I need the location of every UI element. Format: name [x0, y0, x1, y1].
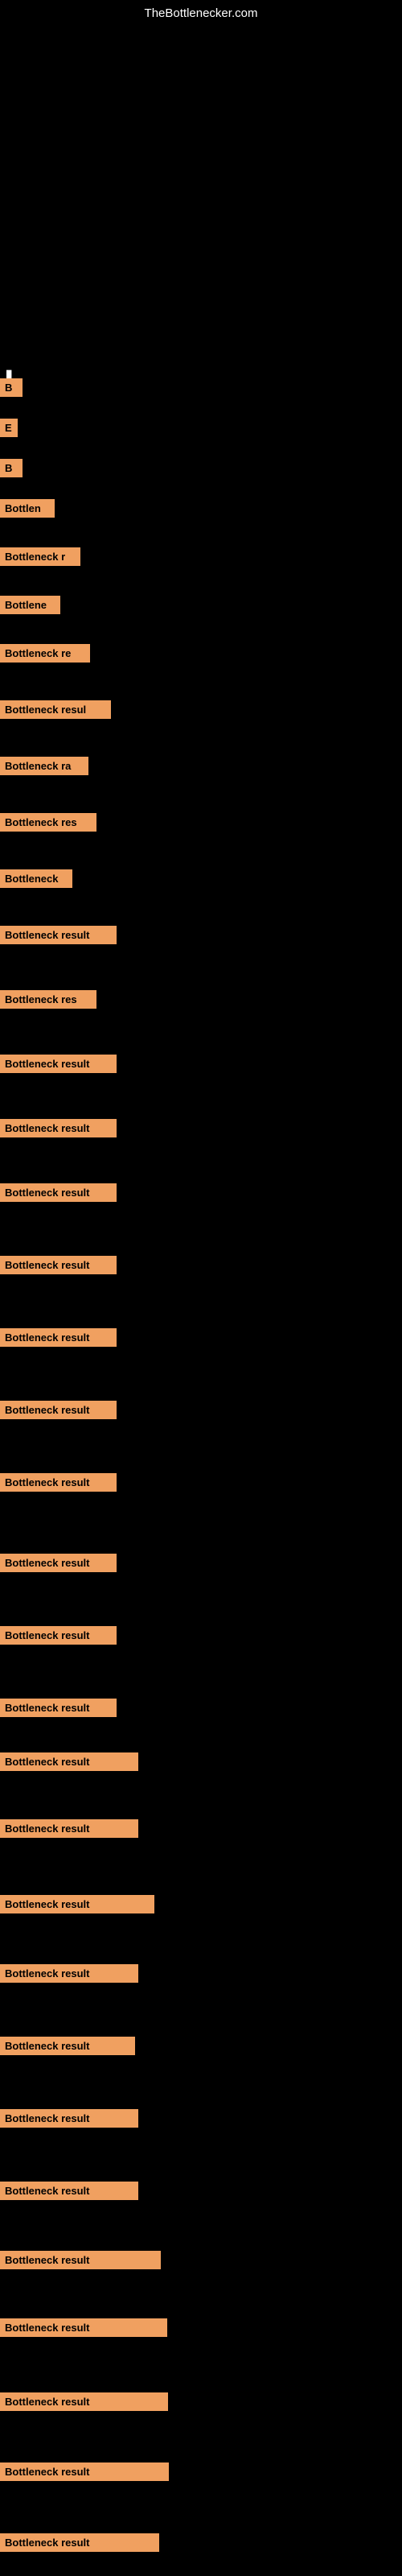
bottleneck-result-label: Bottleneck result	[0, 1055, 117, 1073]
bottleneck-result-label: Bottleneck result	[0, 1183, 117, 1202]
bottleneck-result-label: Bottleneck result	[0, 2392, 168, 2411]
bottleneck-result-label: B	[0, 459, 23, 477]
bottleneck-result-label: Bottleneck result	[0, 2251, 161, 2269]
bottleneck-result-label: B	[0, 378, 23, 397]
bottleneck-result-label: Bottleneck result	[0, 926, 117, 944]
bottleneck-result-label: Bottleneck r	[0, 547, 80, 566]
bottleneck-result-label: Bottleneck result	[0, 1699, 117, 1717]
bottleneck-result-label: Bottleneck result	[0, 2109, 138, 2128]
bottleneck-result-label: Bottleneck result	[0, 1626, 117, 1645]
bottleneck-result-label: Bottleneck result	[0, 1819, 138, 1838]
bottleneck-result-label: Bottleneck result	[0, 2318, 167, 2337]
bottleneck-result-label: Bottleneck result	[0, 1119, 117, 1137]
bottleneck-result-label: E	[0, 419, 18, 437]
bottleneck-result-label: Bottleneck result	[0, 1401, 117, 1419]
bottleneck-result-label: Bottleneck re	[0, 644, 90, 663]
bottleneck-result-label: Bottlene	[0, 596, 60, 614]
bottleneck-result-label: Bottleneck ra	[0, 757, 88, 775]
bottleneck-result-label: Bottleneck result	[0, 2462, 169, 2481]
bottleneck-result-label: Bottleneck	[0, 869, 72, 888]
bottleneck-result-label: Bottleneck result	[0, 1473, 117, 1492]
bottleneck-result-label: Bottleneck res	[0, 813, 96, 832]
bottleneck-result-label: Bottleneck result	[0, 1895, 154, 1913]
bottleneck-result-label: Bottlen	[0, 499, 55, 518]
bottleneck-result-label: Bottleneck result	[0, 2182, 138, 2200]
bottleneck-result-label: Bottleneck result	[0, 1554, 117, 1572]
bottleneck-result-label: Bottleneck result	[0, 1964, 138, 1983]
bottleneck-result-label: Bottleneck result	[0, 1256, 117, 1274]
site-title: TheBottlenecker.com	[145, 6, 258, 20]
bottleneck-result-label: Bottleneck result	[0, 2533, 159, 2552]
bottleneck-result-label: Bottleneck result	[0, 1328, 117, 1347]
bottleneck-result-label: Bottleneck result	[0, 2037, 135, 2055]
bottleneck-result-label: Bottleneck result	[0, 1752, 138, 1771]
bottleneck-result-label: Bottleneck resul	[0, 700, 111, 719]
bottleneck-result-label: Bottleneck res	[0, 990, 96, 1009]
